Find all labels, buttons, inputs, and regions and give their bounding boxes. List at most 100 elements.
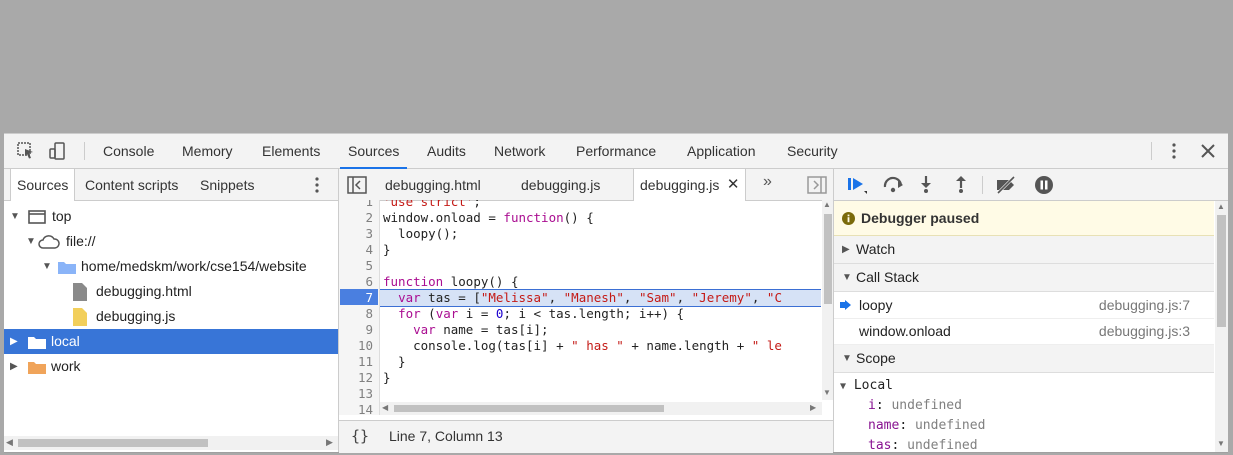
subtab-sources[interactable]: Sources: [10, 169, 76, 201]
step-into-icon[interactable]: [918, 174, 934, 194]
line-number[interactable]: 8: [343, 306, 373, 322]
line-number-gutter[interactable]: 1 2 3 4 5 6 7 8 9 10 11 12 13 14: [339, 200, 380, 415]
step-out-icon[interactable]: [953, 174, 969, 194]
tree-item-local[interactable]: ▶ local: [4, 329, 338, 354]
scroll-up-icon[interactable]: ▲: [823, 200, 831, 209]
step-over-icon[interactable]: [882, 175, 906, 195]
toggle-debugger-icon[interactable]: [807, 176, 827, 194]
code-line[interactable]: 'use strict';: [383, 200, 481, 210]
line-number[interactable]: 11: [343, 354, 373, 370]
tab-performance[interactable]: Performance: [576, 134, 656, 168]
code-line[interactable]: console.log(tas[i] + " has " + name.leng…: [383, 338, 782, 354]
scrollbar-thumb[interactable]: [394, 405, 664, 412]
scroll-left-icon[interactable]: ◀: [382, 403, 388, 412]
tab-security[interactable]: Security: [787, 134, 838, 168]
call-stack-section-header[interactable]: ▼ Call Stack: [834, 264, 1214, 292]
close-icon[interactable]: [1198, 141, 1218, 161]
device-toolbar-icon[interactable]: [48, 141, 68, 161]
pretty-print-icon[interactable]: {}: [351, 427, 369, 445]
sidebar-vertical-scrollbar[interactable]: ▲ ▼: [1215, 201, 1228, 452]
line-number[interactable]: 4: [343, 242, 373, 258]
code-line[interactable]: }: [383, 242, 391, 258]
subtab-content-scripts[interactable]: Content scripts: [85, 169, 178, 200]
expand-triangle-icon[interactable]: ▼: [10, 204, 20, 229]
tree-item-folder-website[interactable]: ▼ home/medskm/work/cse154/website: [4, 254, 338, 279]
line-number[interactable]: 14: [343, 402, 373, 415]
scope-variable[interactable]: name: undefined: [868, 416, 985, 436]
collapsed-triangle-icon[interactable]: ▶: [10, 354, 18, 379]
code-line[interactable]: }: [383, 354, 406, 370]
scope-variable[interactable]: tas: undefined: [868, 436, 978, 452]
collapsed-triangle-icon[interactable]: ▶: [842, 236, 850, 263]
editor-tab-debugging-html[interactable]: debugging.html: [385, 169, 481, 200]
scroll-down-icon[interactable]: ▼: [1217, 439, 1225, 448]
tab-sources[interactable]: Sources: [339, 134, 408, 169]
tree-item-debugging-html[interactable]: debugging.html: [4, 279, 338, 304]
tab-application[interactable]: Application: [687, 134, 756, 168]
horizontal-scrollbar[interactable]: ◀ ▶: [4, 436, 338, 450]
line-number[interactable]: 6: [343, 274, 373, 290]
code-line[interactable]: loopy();: [383, 226, 458, 242]
tree-item-work[interactable]: ▶ work: [4, 354, 338, 379]
subtab-snippets[interactable]: Snippets: [200, 169, 254, 200]
expand-triangle-icon[interactable]: ▼: [842, 345, 852, 372]
watch-section-header[interactable]: ▶ Watch: [834, 236, 1214, 264]
call-frame-window-onload[interactable]: window.onload debugging.js:3: [834, 318, 1214, 345]
tree-item-file[interactable]: ▼ file://: [4, 229, 338, 254]
resume-icon[interactable]: [846, 175, 868, 195]
code-area[interactable]: 'use strict'; window.onload = function() …: [380, 200, 821, 415]
scrollbar-thumb[interactable]: [18, 439, 208, 447]
deactivate-breakpoints-icon[interactable]: [994, 175, 1018, 195]
pause-on-exceptions-icon[interactable]: [1034, 175, 1054, 195]
scroll-up-icon[interactable]: ▲: [1217, 202, 1225, 211]
scope-variable[interactable]: i: undefined: [868, 396, 962, 416]
call-frame-loopy[interactable]: loopy debugging.js:7: [834, 292, 1214, 319]
scroll-right-icon[interactable]: ▶: [326, 437, 333, 448]
tab-audits[interactable]: Audits: [427, 134, 466, 168]
editor-tab-debugging-js-active[interactable]: debugging.js ✕: [633, 169, 747, 201]
code-line[interactable]: for (var i = 0; i < tas.length; i++) {: [383, 306, 684, 322]
more-options-icon[interactable]: [1164, 141, 1184, 161]
frame-location[interactable]: debugging.js:7: [1099, 292, 1190, 318]
frame-location[interactable]: debugging.js:3: [1099, 318, 1190, 344]
more-icon[interactable]: [307, 175, 327, 195]
collapsed-triangle-icon[interactable]: ▶: [10, 329, 18, 354]
more-tabs-icon[interactable]: »: [763, 173, 772, 191]
scrollbar-thumb[interactable]: [1217, 215, 1226, 327]
scope-local-header[interactable]: ▼ Local: [840, 376, 893, 396]
line-number[interactable]: 9: [343, 322, 373, 338]
inspect-element-icon[interactable]: [16, 141, 36, 161]
scope-section-header[interactable]: ▼ Scope: [834, 345, 1214, 373]
editor-tab-debugging-js[interactable]: debugging.js: [521, 169, 600, 200]
line-number[interactable]: 7: [343, 290, 373, 306]
tab-console[interactable]: Console: [103, 134, 154, 168]
line-number[interactable]: 1: [343, 200, 373, 210]
line-number[interactable]: 2: [343, 210, 373, 226]
scroll-left-icon[interactable]: ◀: [6, 437, 13, 448]
code-line[interactable]: function loopy() {: [383, 274, 518, 290]
scroll-down-icon[interactable]: ▼: [823, 388, 831, 397]
expand-triangle-icon[interactable]: ▼: [26, 229, 36, 254]
line-number[interactable]: 3: [343, 226, 373, 242]
expand-triangle-icon[interactable]: ▼: [842, 264, 852, 291]
line-number[interactable]: 10: [343, 338, 373, 354]
scrollbar-thumb[interactable]: [824, 214, 832, 304]
tree-item-top[interactable]: ▼ top: [4, 204, 338, 229]
tab-elements[interactable]: Elements: [262, 134, 320, 168]
editor-vertical-scrollbar[interactable]: ▲ ▼: [822, 200, 833, 400]
expand-triangle-icon[interactable]: ▼: [42, 254, 52, 279]
expand-triangle-icon[interactable]: ▼: [840, 381, 846, 392]
line-number[interactable]: 5: [343, 258, 373, 274]
tab-network[interactable]: Network: [494, 134, 545, 168]
line-number[interactable]: 12: [343, 370, 373, 386]
editor-horizontal-scrollbar[interactable]: ◀ ▶: [380, 402, 822, 415]
code-line[interactable]: }: [383, 370, 391, 386]
tab-memory[interactable]: Memory: [182, 134, 233, 168]
close-tab-icon[interactable]: ✕: [727, 169, 740, 201]
line-number[interactable]: 13: [343, 386, 373, 402]
toggle-navigator-icon[interactable]: [347, 176, 367, 194]
code-line[interactable]: var name = tas[i];: [383, 322, 548, 338]
tree-item-debugging-js[interactable]: debugging.js: [4, 304, 338, 329]
code-line[interactable]: var tas = ["Melissa", "Manesh", "Sam", "…: [383, 290, 782, 306]
scroll-right-icon[interactable]: ▶: [810, 403, 816, 412]
